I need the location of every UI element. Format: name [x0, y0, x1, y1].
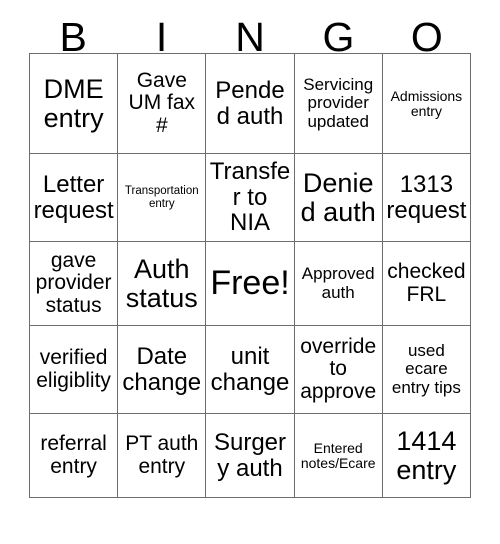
bingo-cell-label: PT auth entry: [125, 432, 199, 478]
bingo-cell[interactable]: DME entry: [30, 54, 119, 154]
bingo-cell-label: override to approve: [300, 334, 377, 403]
bingo-cell[interactable]: gave provider status: [30, 242, 119, 326]
bingo-cell-label: checked FRL: [387, 260, 466, 306]
bingo-cell-label: Entered notes/Ecare: [300, 439, 376, 471]
bingo-cell[interactable]: Date change: [118, 326, 207, 414]
bingo-cell-label: referral entry: [40, 432, 107, 478]
bingo-cell-label: 1414 entry: [396, 425, 457, 485]
bingo-header-letter-b: B: [59, 14, 87, 60]
bingo-cell-label: Servicing provider updated: [303, 75, 374, 131]
bingo-cell[interactable]: Transportation entry: [118, 154, 207, 242]
bingo-header-letter-n: N: [235, 14, 265, 60]
bingo-header-letter-g: G: [322, 14, 355, 60]
bingo-cell-label: Date change: [122, 342, 202, 396]
bingo-card: B I N G O DME entry Gave UM fax # Pended…: [0, 0, 500, 544]
bingo-cell[interactable]: Entered notes/Ecare: [294, 414, 383, 498]
bingo-cell-label: Transfer to NIA: [209, 157, 291, 237]
bingo-cell-label: Pended auth: [215, 76, 285, 130]
bingo-cell-label: DME entry: [43, 73, 104, 133]
bingo-cell-label: unit change: [210, 342, 290, 396]
bingo-cell-label: Gave UM fax #: [128, 68, 196, 137]
bingo-cell[interactable]: used ecare entry tips: [382, 326, 471, 414]
bingo-cell[interactable]: Pended auth: [206, 54, 295, 154]
bingo-grid: DME entry Gave UM fax # Pended auth Serv…: [29, 53, 471, 498]
bingo-cell-label: verified eligiblity: [36, 346, 111, 392]
bingo-cell[interactable]: Servicing provider updated: [294, 54, 383, 154]
bingo-cell-label: Surgery auth: [213, 428, 287, 482]
bingo-cell[interactable]: verified eligiblity: [30, 326, 119, 414]
bingo-cell-label: Approved auth: [301, 264, 375, 302]
bingo-cell-label: Denied auth: [300, 167, 376, 227]
bingo-cell-label: Auth status: [125, 253, 198, 313]
bingo-cell[interactable]: Surgery auth: [206, 414, 295, 498]
bingo-cell-label: Admissions entry: [390, 87, 463, 119]
bingo-cell[interactable]: Transfer to NIA: [206, 154, 295, 242]
bingo-cell-label: Free!: [210, 264, 290, 303]
bingo-header: B I N G O: [29, 0, 471, 58]
bingo-cell-free[interactable]: Free!: [206, 242, 295, 326]
bingo-cell[interactable]: 1313 request: [382, 154, 471, 242]
bingo-cell-label: 1313 request: [386, 170, 467, 224]
bingo-cell[interactable]: unit change: [206, 326, 295, 414]
bingo-cell-label: used ecare entry tips: [391, 341, 461, 397]
bingo-cell[interactable]: referral entry: [30, 414, 119, 498]
bingo-cell-label: Letter request: [33, 170, 114, 224]
bingo-cell[interactable]: Admissions entry: [382, 54, 471, 154]
bingo-cell[interactable]: checked FRL: [382, 242, 471, 326]
bingo-cell[interactable]: Gave UM fax #: [118, 54, 207, 154]
bingo-cell[interactable]: PT auth entry: [118, 414, 207, 498]
bingo-cell[interactable]: Letter request: [30, 154, 119, 242]
bingo-cell-label: gave provider status: [35, 248, 112, 317]
bingo-cell[interactable]: override to approve: [294, 326, 383, 414]
bingo-header-letter-o: O: [410, 14, 443, 60]
bingo-cell[interactable]: Auth status: [118, 242, 207, 326]
bingo-header-letter-i: I: [155, 14, 168, 60]
bingo-cell[interactable]: Denied auth: [294, 154, 383, 242]
bingo-cell-label: Transportation entry: [124, 185, 199, 210]
bingo-cell[interactable]: 1414 entry: [382, 414, 471, 498]
bingo-cell[interactable]: Approved auth: [294, 242, 383, 326]
